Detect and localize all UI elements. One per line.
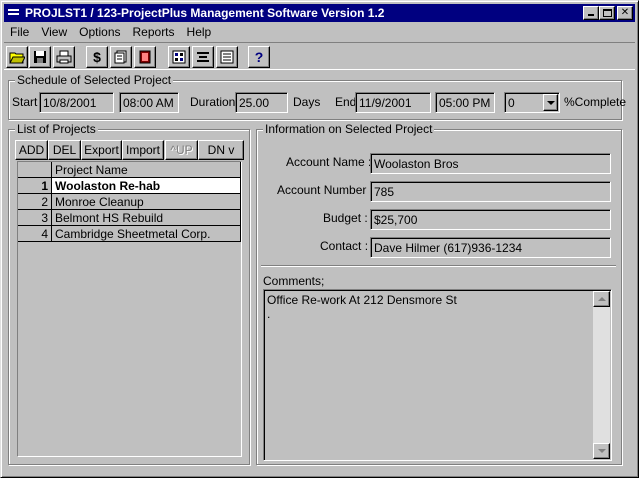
move-down-button[interactable]: DN v bbox=[198, 140, 244, 160]
open-button[interactable] bbox=[6, 46, 28, 68]
project-list-buttons: ADD DEL Export Import ^UP DN v bbox=[15, 140, 247, 160]
menu-file[interactable]: File bbox=[4, 23, 35, 41]
list-button[interactable] bbox=[192, 46, 214, 68]
comments-label: Comments; bbox=[263, 274, 325, 288]
contact-field[interactable]: Dave Hilmer (617)936-1234 bbox=[370, 237, 611, 258]
projects-group-label: List of Projects bbox=[15, 122, 98, 136]
budget-field[interactable]: $25,700 bbox=[370, 209, 611, 230]
project-name-cell[interactable]: Woolaston Re-hab bbox=[52, 178, 241, 194]
system-menu-icon[interactable] bbox=[7, 7, 21, 19]
help-button[interactable]: ? bbox=[248, 46, 270, 68]
start-date-field[interactable]: 10/8/2001 bbox=[39, 92, 114, 113]
menu-help[interactable]: Help bbox=[181, 23, 218, 41]
duration-unit: Days bbox=[293, 95, 321, 109]
grid-corner bbox=[18, 162, 52, 178]
save-disk-icon bbox=[34, 51, 46, 63]
row-number: 2 bbox=[18, 194, 52, 210]
book-button[interactable] bbox=[134, 46, 156, 68]
table-row[interactable]: 4 Cambridge Sheetmetal Corp. bbox=[18, 226, 241, 242]
info-group-label: Information on Selected Project bbox=[263, 122, 435, 136]
project-name-cell[interactable]: Belmont HS Rebuild bbox=[52, 210, 241, 226]
account-name-label: Account Name : bbox=[286, 155, 372, 169]
toolbar: $ ? bbox=[4, 42, 635, 70]
projects-grid: Project Name 1 Woolaston Re-hab 2 Monroe… bbox=[17, 161, 242, 457]
budget-label: Budget : bbox=[323, 211, 368, 225]
close-button[interactable]: ✕ bbox=[617, 6, 633, 20]
add-project-button[interactable]: ADD bbox=[15, 140, 48, 160]
divider bbox=[261, 265, 616, 267]
end-date-field[interactable]: 11/9/2001 bbox=[355, 92, 431, 113]
calculator-button[interactable] bbox=[168, 46, 190, 68]
calculator-icon bbox=[172, 50, 186, 64]
minimize-icon bbox=[588, 14, 594, 16]
report-button[interactable] bbox=[110, 46, 132, 68]
schedule-group-label: Schedule of Selected Project bbox=[15, 73, 174, 87]
complete-select[interactable]: 0 bbox=[504, 92, 560, 113]
move-up-button[interactable]: ^UP bbox=[165, 140, 198, 160]
row-number: 3 bbox=[18, 210, 52, 226]
scroll-down-icon[interactable] bbox=[593, 443, 610, 459]
open-folder-icon bbox=[9, 52, 25, 64]
scroll-up-icon[interactable] bbox=[593, 291, 610, 307]
app-window: PROJLST1 / 123-ProjectPlus Management So… bbox=[0, 0, 639, 478]
table-row[interactable]: 2 Monroe Cleanup bbox=[18, 194, 241, 210]
delete-project-button[interactable]: DEL bbox=[48, 140, 81, 160]
budget-button[interactable]: $ bbox=[86, 46, 108, 68]
maximize-button[interactable] bbox=[599, 6, 615, 20]
form-icon bbox=[220, 50, 234, 64]
complete-label: %Complete bbox=[564, 95, 627, 109]
account-number-field[interactable]: 785 bbox=[370, 181, 611, 202]
menu-options[interactable]: Options bbox=[73, 23, 126, 41]
project-name-cell[interactable]: Cambridge Sheetmetal Corp. bbox=[52, 226, 241, 242]
window-controls: ✕ bbox=[583, 6, 633, 20]
end-time-field[interactable]: 05:00 PM bbox=[435, 92, 495, 113]
column-header-project-name[interactable]: Project Name bbox=[52, 162, 241, 178]
list-icon bbox=[197, 52, 209, 62]
dollar-icon: $ bbox=[93, 49, 101, 65]
form-button[interactable] bbox=[216, 46, 238, 68]
start-time-field[interactable]: 08:00 AM bbox=[119, 92, 179, 113]
duration-field[interactable]: 25.00 bbox=[235, 92, 288, 113]
row-number: 4 bbox=[18, 226, 52, 242]
save-button[interactable] bbox=[29, 46, 51, 68]
chevron-down-icon[interactable] bbox=[543, 94, 558, 111]
comments-scrollbar[interactable] bbox=[593, 291, 610, 459]
book-icon bbox=[139, 50, 151, 64]
close-icon: ✕ bbox=[620, 7, 630, 18]
print-button[interactable] bbox=[53, 46, 75, 68]
title-bar[interactable]: PROJLST1 / 123-ProjectPlus Management So… bbox=[4, 4, 635, 22]
account-number-label: Account Number : bbox=[277, 183, 374, 197]
table-row[interactable]: 3 Belmont HS Rebuild bbox=[18, 210, 241, 226]
grid-header-row: Project Name bbox=[18, 162, 241, 178]
comments-textarea[interactable]: Office Re-work At 212 Densmore St . bbox=[263, 289, 612, 461]
maximize-icon bbox=[603, 9, 612, 17]
contact-label: Contact : bbox=[320, 239, 369, 253]
end-label: End bbox=[335, 95, 357, 109]
complete-value: 0 bbox=[508, 96, 515, 110]
table-row[interactable]: 1 Woolaston Re-hab bbox=[18, 178, 241, 194]
duration-label: Duration: bbox=[190, 95, 239, 109]
menu-view[interactable]: View bbox=[35, 23, 73, 41]
import-button[interactable]: Import bbox=[122, 140, 164, 160]
project-name-cell[interactable]: Monroe Cleanup bbox=[52, 194, 241, 210]
account-name-field[interactable]: Woolaston Bros bbox=[370, 153, 611, 174]
help-icon: ? bbox=[254, 49, 264, 65]
row-number: 1 bbox=[18, 178, 52, 194]
report-icon bbox=[114, 50, 127, 64]
window-title: PROJLST1 / 123-ProjectPlus Management So… bbox=[25, 6, 385, 20]
minimize-button[interactable] bbox=[583, 6, 599, 20]
menu-reports[interactable]: Reports bbox=[127, 23, 181, 41]
menu-bar: File View Options Reports Help bbox=[4, 23, 217, 41]
print-icon bbox=[56, 50, 72, 64]
export-button[interactable]: Export bbox=[81, 140, 122, 160]
comments-text: Office Re-work At 212 Densmore St . bbox=[267, 293, 457, 321]
